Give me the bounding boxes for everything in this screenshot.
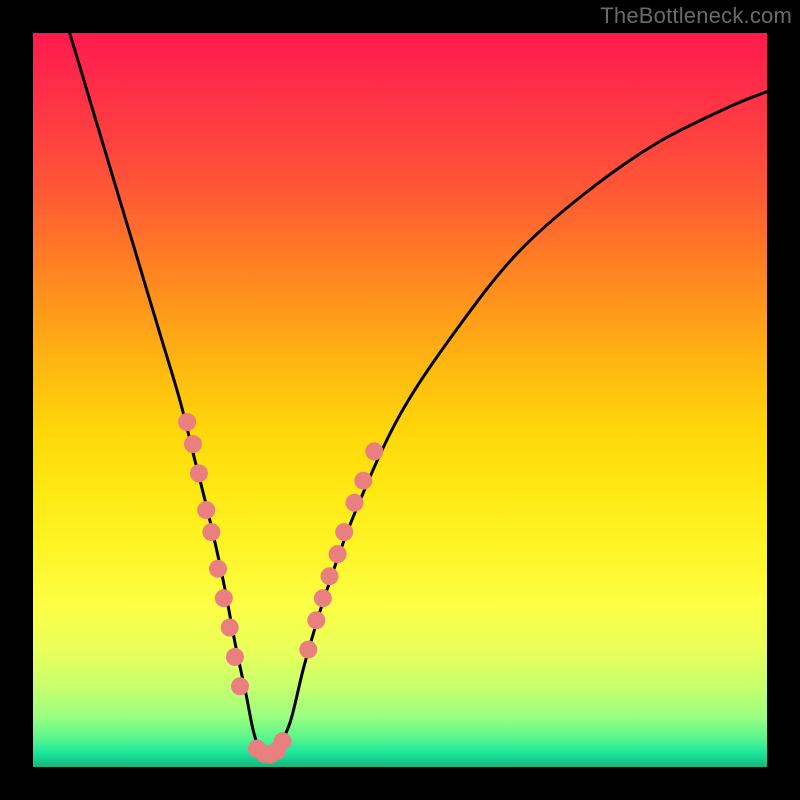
marker-dot	[215, 589, 233, 607]
marker-dot	[202, 523, 220, 541]
marker-dot	[190, 464, 208, 482]
marker-dot	[221, 619, 239, 637]
marker-dot	[329, 545, 347, 563]
marker-dot	[346, 494, 364, 512]
marker-dot	[274, 732, 292, 750]
marker-dot	[307, 611, 325, 629]
data-markers	[178, 413, 383, 764]
curve-svg	[33, 33, 767, 767]
marker-dot	[314, 589, 332, 607]
marker-dot	[226, 648, 244, 666]
marker-dot	[299, 641, 317, 659]
marker-dot	[184, 435, 202, 453]
marker-dot	[178, 413, 196, 431]
marker-dot	[197, 501, 215, 519]
chart-frame: TheBottleneck.com	[0, 0, 800, 800]
watermark-text: TheBottleneck.com	[600, 3, 792, 29]
marker-dot	[335, 523, 353, 541]
plot-area	[33, 33, 767, 767]
marker-dot	[231, 677, 249, 695]
marker-dot	[354, 472, 372, 490]
bottleneck-curve	[70, 33, 767, 760]
marker-dot	[321, 567, 339, 585]
marker-dot	[209, 560, 227, 578]
marker-dot	[365, 442, 383, 460]
